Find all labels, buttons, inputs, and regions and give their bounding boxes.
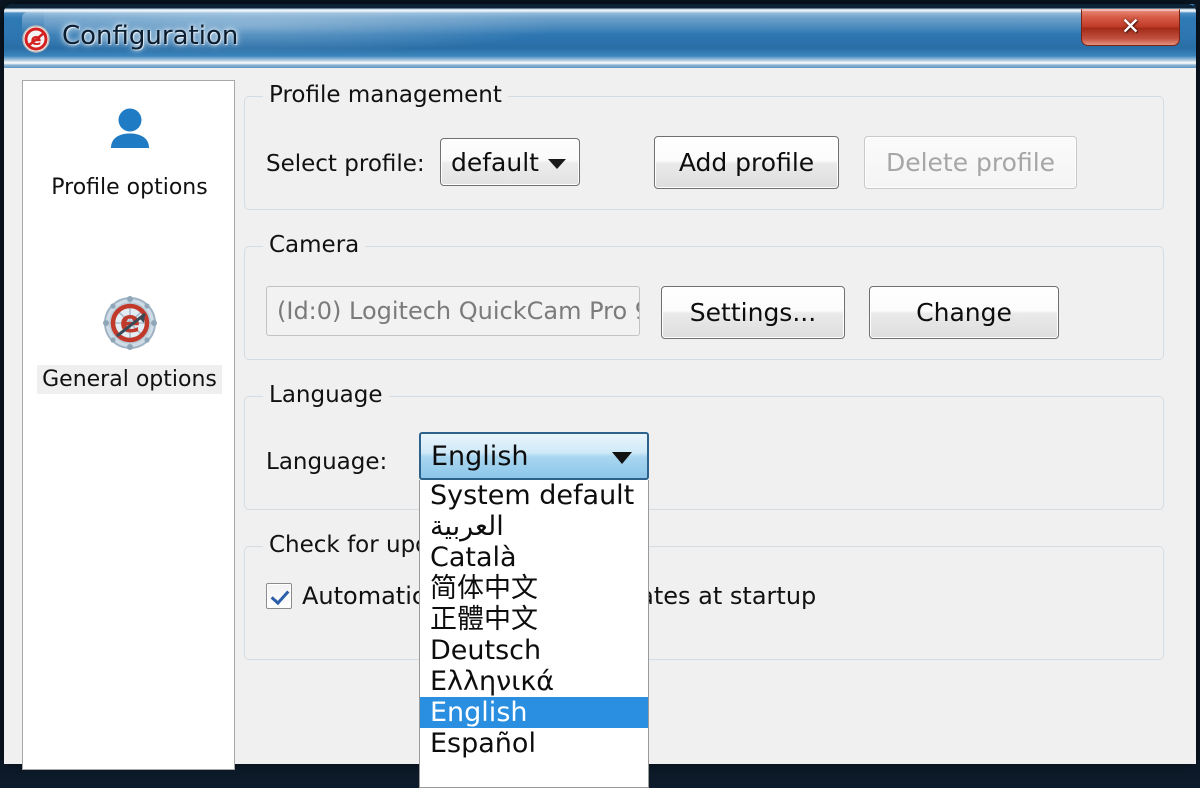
user-person-icon [101, 99, 159, 163]
close-icon: ✕ [1121, 16, 1140, 39]
sidebar: Profile options [22, 80, 235, 770]
language-option-2[interactable]: Català [420, 542, 648, 573]
language-option-5[interactable]: Deutsch [420, 635, 648, 666]
configuration-window: e Configuration ✕ Profile op [4, 4, 1196, 764]
language-option-3[interactable]: 简体中文 [420, 573, 648, 604]
auto-check-updates-checkbox[interactable] [266, 583, 292, 609]
language-option-4[interactable]: 正體中文 [420, 604, 648, 635]
delete-profile-label: Delete profile [886, 148, 1055, 177]
sidebar-item-profile-options-label: Profile options [46, 173, 212, 202]
window-title: Configuration [62, 21, 238, 51]
language-dropdown-list[interactable]: System defaultالعربيةCatalà简体中文正體中文Deuts… [419, 480, 649, 788]
camera-change-button[interactable]: Change [869, 286, 1059, 339]
client-area: Profile options [4, 68, 1196, 764]
language-option-0[interactable]: System default [420, 480, 648, 511]
add-profile-label: Add profile [679, 148, 814, 177]
group-profile-management-title: Profile management [263, 82, 508, 108]
app-logo-icon: e [21, 24, 51, 54]
chevron-down-icon [612, 452, 632, 464]
group-camera-title: Camera [263, 232, 365, 258]
camera-device-field[interactable]: (Id:0) Logitech QuickCam Pro 9 [266, 286, 640, 336]
language-option-1[interactable]: العربية [420, 511, 648, 542]
camera-settings-label: Settings... [690, 298, 816, 327]
main-content: Profile management Select profile: defau… [244, 80, 1180, 758]
select-profile-combobox[interactable]: default [440, 138, 580, 186]
sidebar-item-general-options[interactable]: e General options [23, 291, 236, 394]
chevron-down-icon [548, 159, 566, 169]
close-button[interactable]: ✕ [1081, 9, 1180, 46]
language-row-label: Language: [266, 449, 387, 475]
select-profile-label: Select profile: [266, 151, 425, 177]
add-profile-button[interactable]: Add profile [654, 136, 839, 189]
language-option-7[interactable]: English [420, 697, 648, 728]
svg-text:e: e [119, 305, 139, 340]
camera-device-value: (Id:0) Logitech QuickCam Pro 9 [277, 297, 640, 325]
app-logo-gear-icon: e [99, 291, 161, 355]
language-combobox-value: English [431, 441, 529, 472]
language-option-6[interactable]: Ελληνικά [420, 666, 648, 697]
sidebar-item-general-options-label: General options [37, 365, 222, 394]
group-language-title: Language [263, 382, 389, 408]
title-bar: e Configuration ✕ [4, 4, 1196, 68]
language-combobox[interactable]: English [419, 432, 649, 480]
sidebar-item-profile-options[interactable]: Profile options [23, 99, 236, 202]
delete-profile-button[interactable]: Delete profile [864, 136, 1077, 189]
camera-settings-button[interactable]: Settings... [661, 286, 845, 339]
language-option-8[interactable]: Español [420, 728, 648, 759]
camera-change-label: Change [916, 298, 1012, 327]
select-profile-value: default [451, 148, 539, 177]
